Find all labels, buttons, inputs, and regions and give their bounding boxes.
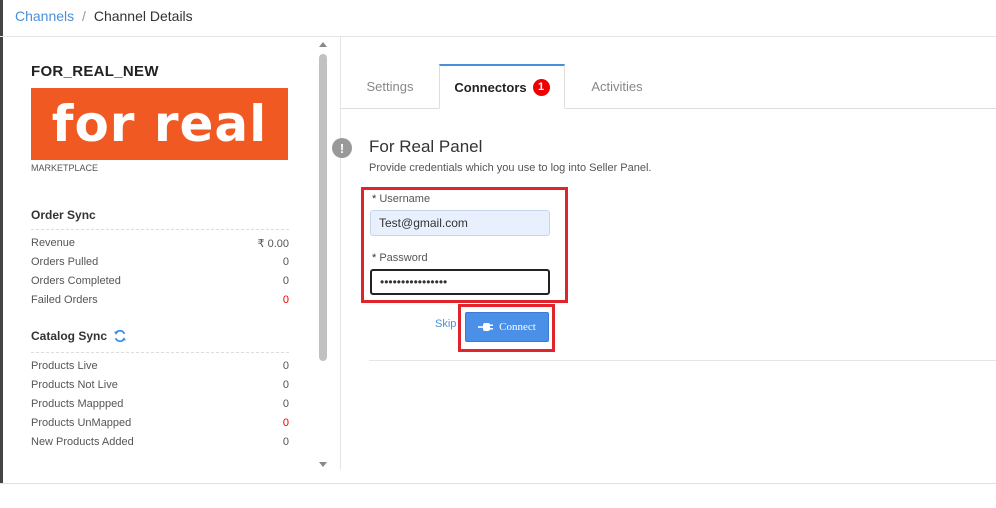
stat-row-products-live: Products Live 0 xyxy=(31,360,289,372)
breadcrumb-current: Channel Details xyxy=(93,8,193,24)
order-sync-divider xyxy=(31,229,289,230)
catalog-sync-title: Catalog Sync xyxy=(31,329,127,343)
stat-value: 0 xyxy=(282,436,289,448)
password-field[interactable] xyxy=(370,269,550,295)
connector-panel-subtitle: Provide credentials which you use to log… xyxy=(369,162,652,174)
stat-label: Products Mappped xyxy=(31,398,124,410)
stat-value: 0 xyxy=(282,256,289,268)
tab-bar: Settings Connectors 1 Activities xyxy=(341,64,996,109)
connect-button-label: Connect xyxy=(499,321,536,333)
stat-value: 0 xyxy=(282,379,289,391)
breadcrumb-separator: / xyxy=(82,8,86,24)
order-sync-title: Order Sync xyxy=(31,208,96,222)
required-marker: * xyxy=(372,252,377,264)
password-label-text: Password xyxy=(379,252,428,264)
stat-value: 0 xyxy=(282,360,289,372)
catalog-sync-divider xyxy=(31,352,289,353)
connector-panel-title: For Real Panel xyxy=(369,137,483,156)
tab-settings[interactable]: Settings xyxy=(341,64,439,109)
channel-summary-panel: FOR_REAL_NEW for real MARKETPLACE Order … xyxy=(5,37,332,483)
stat-value: 0 xyxy=(282,294,289,306)
stat-row-new-products-added: New Products Added 0 xyxy=(31,436,289,448)
stat-label: Orders Pulled xyxy=(31,256,99,268)
username-label: * Username xyxy=(372,193,430,205)
refresh-icon[interactable] xyxy=(113,329,127,343)
credentials-highlight-box: * Username * Password xyxy=(361,187,568,303)
left-panel-scrollbar[interactable] xyxy=(318,42,328,467)
stat-row-failed-orders: Failed Orders 0 xyxy=(31,294,289,306)
order-sync-title-text: Order Sync xyxy=(31,208,96,222)
stat-label: Products Live xyxy=(31,360,98,372)
connector-panel: Settings Connectors 1 Activities ! For R… xyxy=(332,37,996,470)
window-edge xyxy=(0,0,3,483)
scroll-up-arrow-icon[interactable] xyxy=(319,42,327,47)
stat-label: New Products Added xyxy=(31,436,134,448)
channel-name: FOR_REAL_NEW xyxy=(31,63,159,80)
plug-icon xyxy=(478,323,494,331)
scrollbar-thumb[interactable] xyxy=(319,54,327,361)
breadcrumb-channels-link[interactable]: Channels xyxy=(15,8,74,24)
connectors-alert-badge: 1 xyxy=(532,78,550,96)
channel-logo: for real xyxy=(31,88,288,160)
stat-row-orders-pulled: Orders Pulled 0 xyxy=(31,256,289,268)
username-field[interactable] xyxy=(370,210,550,236)
stat-value: 0 xyxy=(282,275,289,287)
page-bottom-divider xyxy=(0,483,996,484)
stat-value: 0 xyxy=(282,417,289,429)
stat-row-products-mapped: Products Mappped 0 xyxy=(31,398,289,410)
tab-activities[interactable]: Activities xyxy=(565,64,669,109)
stat-row-orders-completed: Orders Completed 0 xyxy=(31,275,289,287)
stat-label: Revenue xyxy=(31,237,76,249)
skip-link[interactable]: Skip xyxy=(435,318,456,330)
connect-highlight-box: Connect xyxy=(458,304,555,352)
connect-button[interactable]: Connect xyxy=(465,312,549,342)
stat-row-products-unmapped: Products UnMapped 0 xyxy=(31,417,289,429)
tab-connectors-label: Connectors xyxy=(454,79,527,95)
stat-row-revenue: Revenue ₹ 0.00 xyxy=(31,237,289,250)
stat-label: Products UnMapped xyxy=(31,417,132,429)
stat-label: Failed Orders xyxy=(31,294,98,306)
catalog-sync-title-text: Catalog Sync xyxy=(31,329,108,343)
stat-label: Products Not Live xyxy=(31,379,118,391)
scroll-down-arrow-icon[interactable] xyxy=(319,462,327,467)
stat-value: 0 xyxy=(282,398,289,410)
stat-label: Orders Completed xyxy=(31,275,121,287)
tab-connectors[interactable]: Connectors 1 xyxy=(439,64,565,109)
password-label: * Password xyxy=(372,252,428,264)
stat-value: ₹ 0.00 xyxy=(257,238,289,250)
tab-settings-label: Settings xyxy=(366,79,414,94)
alert-info-icon: ! xyxy=(332,138,352,158)
tab-activities-label: Activities xyxy=(591,79,643,94)
channel-details-page: Channels / Channel Details FOR_REAL_NEW … xyxy=(0,0,996,508)
username-label-text: Username xyxy=(379,193,431,205)
form-divider xyxy=(369,360,996,361)
stat-row-products-not-live: Products Not Live 0 xyxy=(31,379,289,391)
channel-logo-text: for real xyxy=(51,95,268,153)
channel-type: MARKETPLACE xyxy=(31,163,99,173)
required-marker: * xyxy=(372,193,377,205)
breadcrumb: Channels / Channel Details xyxy=(15,8,193,24)
